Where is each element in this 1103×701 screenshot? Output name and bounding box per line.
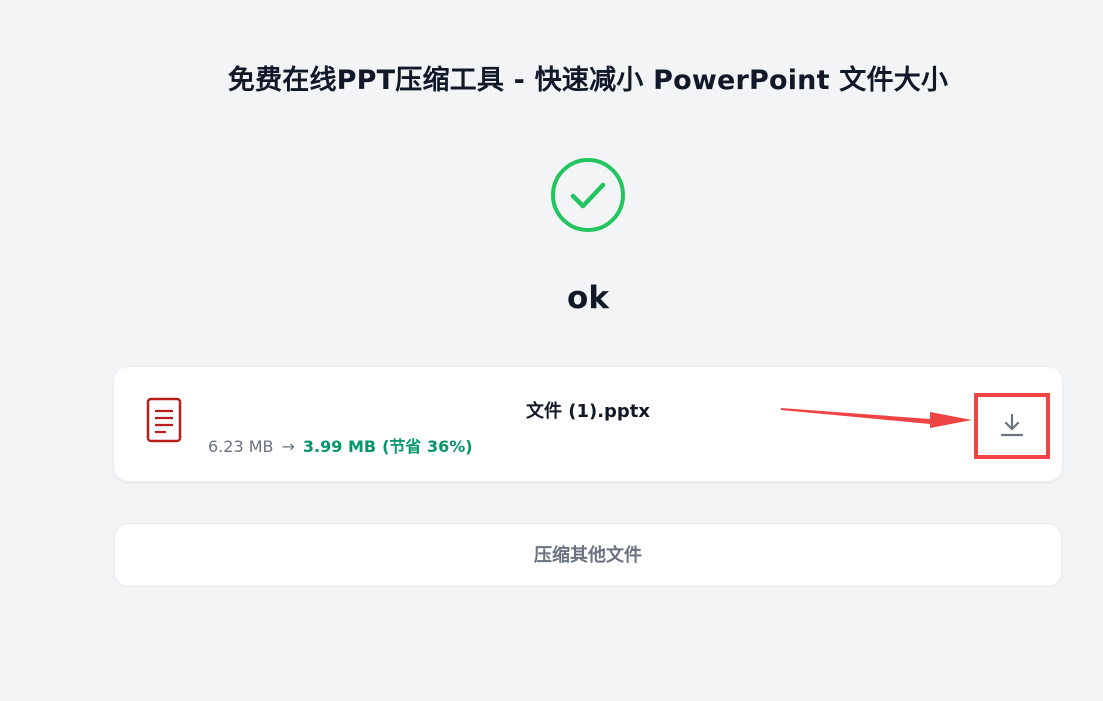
compressed-size: 3.99 MB <box>302 437 377 456</box>
status-text: ok <box>567 280 609 316</box>
original-size: 6.23 MB <box>208 437 274 456</box>
file-card: 文件 (1).pptx 6.23 MB → 3.99 MB (节省 36%) <box>114 367 1062 481</box>
page-title: 免费在线PPT压缩工具 - 快速减小 PowerPoint 文件大小 <box>227 65 949 97</box>
compress-other-files-button[interactable]: 压缩其他文件 <box>114 523 1062 587</box>
download-button[interactable] <box>974 393 1050 459</box>
download-icon <box>999 412 1025 441</box>
page: 免费在线PPT压缩工具 - 快速减小 PowerPoint 文件大小 ok 文件… <box>0 0 1103 701</box>
check-circle-icon <box>550 157 626 233</box>
file-name: 文件 (1).pptx <box>525 401 651 422</box>
savings-text: (节省 36%) <box>382 437 473 456</box>
size-arrow: → <box>281 437 295 456</box>
file-size-info: 6.23 MB → 3.99 MB (节省 36%) <box>208 433 473 457</box>
